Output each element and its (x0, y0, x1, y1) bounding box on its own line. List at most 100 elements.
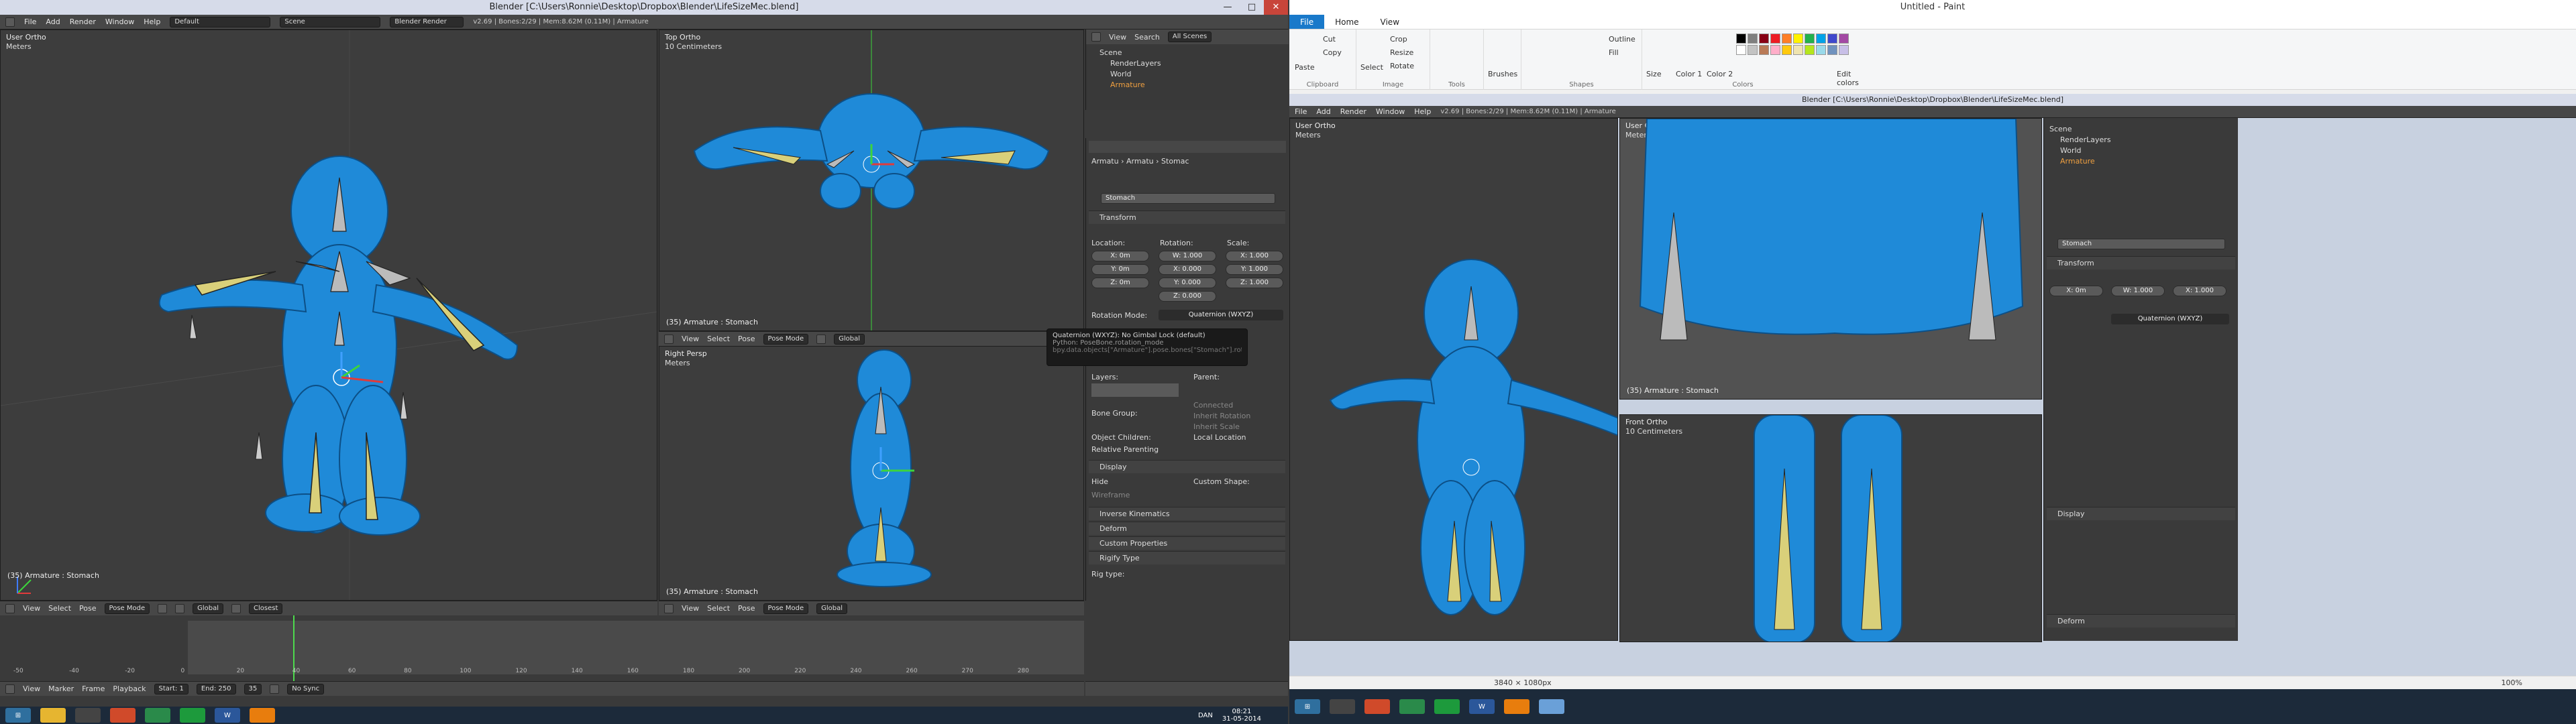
editor-type-icon[interactable] (664, 334, 674, 344)
paint-icon[interactable] (1539, 699, 1564, 714)
start-frame-field[interactable]: Start: 1 (154, 683, 189, 695)
render-engine-select[interactable]: Blender Render (390, 16, 464, 27)
color-swatch[interactable] (1793, 45, 1803, 55)
tab-view[interactable]: View (1370, 15, 1410, 29)
menu-frame[interactable]: Frame (82, 684, 105, 693)
menu-render[interactable]: Render (70, 17, 96, 26)
tab-home[interactable]: Home (1324, 15, 1369, 29)
color-swatch[interactable] (1805, 45, 1815, 55)
mode-select[interactable]: Pose Mode (104, 603, 150, 614)
connected-checkbox[interactable]: Connected (1193, 401, 1233, 410)
location-x[interactable]: X: 0m (1091, 251, 1149, 261)
orientation-select[interactable]: Global (193, 603, 224, 614)
color-swatch[interactable] (1736, 45, 1746, 55)
menu-view[interactable]: View (682, 604, 699, 613)
crop-button[interactable]: Crop (1390, 35, 1407, 44)
menu-search[interactable]: Search (1134, 33, 1160, 42)
spotify-icon[interactable] (180, 708, 205, 723)
top-model-view[interactable] (659, 30, 1084, 331)
app-icon[interactable] (145, 708, 170, 723)
info-editor-icon[interactable] (5, 17, 15, 27)
rotate-button[interactable]: Rotate (1390, 62, 1414, 70)
fill-button[interactable]: Fill (1609, 48, 1619, 57)
outline-button[interactable]: Outline (1609, 35, 1635, 44)
paste-button[interactable]: Paste (1295, 63, 1315, 72)
editor-type-icon[interactable] (5, 684, 15, 694)
color-swatch[interactable] (1770, 45, 1780, 55)
viewport-user-ortho[interactable]: User Ortho Meters (35) Armature: Stomac… (0, 29, 657, 601)
menu-view[interactable]: View (682, 335, 699, 343)
current-frame-field[interactable]: 35 (244, 683, 262, 695)
color-swatch[interactable] (1748, 45, 1758, 55)
menu-view[interactable]: View (23, 604, 40, 613)
tab-file[interactable]: File (1289, 15, 1325, 29)
menu-view[interactable]: View (1109, 33, 1126, 42)
blender-icon[interactable] (250, 708, 275, 723)
relative-parenting-checkbox[interactable]: Relative Parenting (1091, 445, 1159, 454)
menu-select[interactable]: Select (707, 335, 730, 343)
menu-help[interactable]: Help (144, 17, 160, 26)
color-swatch[interactable] (1770, 34, 1780, 44)
menu-pose[interactable]: Pose (738, 335, 755, 343)
chrome-icon[interactable] (1364, 699, 1390, 714)
viewport-top-ortho[interactable]: Top Ortho 10 Centimeters (35) Armature :… (659, 29, 1084, 331)
panel-custom-properties[interactable]: Custom Properties (1089, 536, 1285, 550)
spotify-icon[interactable] (1434, 699, 1460, 714)
menu-marker[interactable]: Marker (48, 684, 74, 693)
menu-view[interactable]: View (23, 684, 40, 693)
cut-button[interactable]: Cut (1323, 35, 1336, 44)
panel-ik[interactable]: Inverse Kinematics (1089, 507, 1285, 520)
location-y[interactable]: Y: 0m (1091, 264, 1149, 275)
close-button[interactable]: ✕ (1264, 0, 1288, 15)
chrome-icon[interactable] (110, 708, 136, 723)
pivot-icon[interactable] (175, 603, 185, 613)
word-icon[interactable]: W (215, 708, 240, 723)
sync-select[interactable]: No Sync (287, 683, 325, 695)
bone-layers-grid[interactable] (1091, 383, 1179, 397)
color-swatch[interactable] (1748, 34, 1758, 44)
layers-icon[interactable] (231, 603, 241, 613)
scale-y[interactable]: Y: 1.000 (1226, 264, 1283, 275)
word-icon[interactable]: W (1469, 699, 1495, 714)
menu-file[interactable]: File (24, 17, 36, 26)
panel-rigify[interactable]: Rigify Type (1089, 551, 1285, 564)
hide-checkbox[interactable]: Hide (1091, 477, 1108, 486)
rotation-w[interactable]: W: 1.000 (1159, 251, 1216, 261)
orientation-select[interactable]: Global (816, 603, 848, 614)
clock[interactable]: 08:21 31-05-2014 (1222, 708, 1261, 723)
outliner-item-world[interactable]: World (1110, 70, 1132, 78)
color-swatch[interactable] (1759, 34, 1769, 44)
start-icon[interactable]: ⊞ (1295, 699, 1320, 714)
select-button[interactable]: Select (1360, 63, 1383, 72)
color-swatch[interactable] (1759, 45, 1769, 55)
menu-playback[interactable]: Playback (113, 684, 146, 693)
side-model-view[interactable] (659, 347, 1084, 601)
unity-icon[interactable] (75, 708, 101, 723)
play-icon[interactable] (270, 684, 280, 694)
color1-button[interactable]: Color 1 (1676, 70, 1702, 78)
menu-pose[interactable]: Pose (738, 604, 755, 613)
inherit-scale-checkbox[interactable]: Inherit Scale (1193, 422, 1240, 431)
timeline-area[interactable] (188, 621, 1084, 674)
editor-type-icon[interactable] (664, 603, 674, 613)
blender-icon[interactable] (1504, 699, 1529, 714)
color2-button[interactable]: Color 2 (1707, 70, 1733, 78)
maximize-button[interactable]: □ (1240, 0, 1264, 15)
menu-select[interactable]: Select (707, 604, 730, 613)
color-swatch[interactable] (1793, 34, 1803, 44)
wireframe-checkbox[interactable]: Wireframe (1091, 491, 1130, 499)
color-swatch[interactable] (1782, 45, 1792, 55)
shading-icon[interactable] (816, 334, 826, 344)
outliner-item-scene[interactable]: Scene (1099, 48, 1122, 57)
menu-window[interactable]: Window (105, 17, 134, 26)
editor-type-icon[interactable] (5, 603, 15, 613)
start-icon[interactable]: ⊞ (5, 708, 31, 723)
shading-icon[interactable] (158, 603, 168, 613)
color-swatch[interactable] (1816, 45, 1826, 55)
mode-select[interactable]: Pose Mode (763, 603, 809, 614)
color-swatch[interactable] (1827, 45, 1837, 55)
copy-button[interactable]: Copy (1323, 48, 1342, 57)
mode-select[interactable]: Pose Mode (763, 333, 809, 345)
end-frame-field[interactable]: End: 250 (196, 683, 236, 695)
color-swatch[interactable] (1827, 34, 1837, 44)
